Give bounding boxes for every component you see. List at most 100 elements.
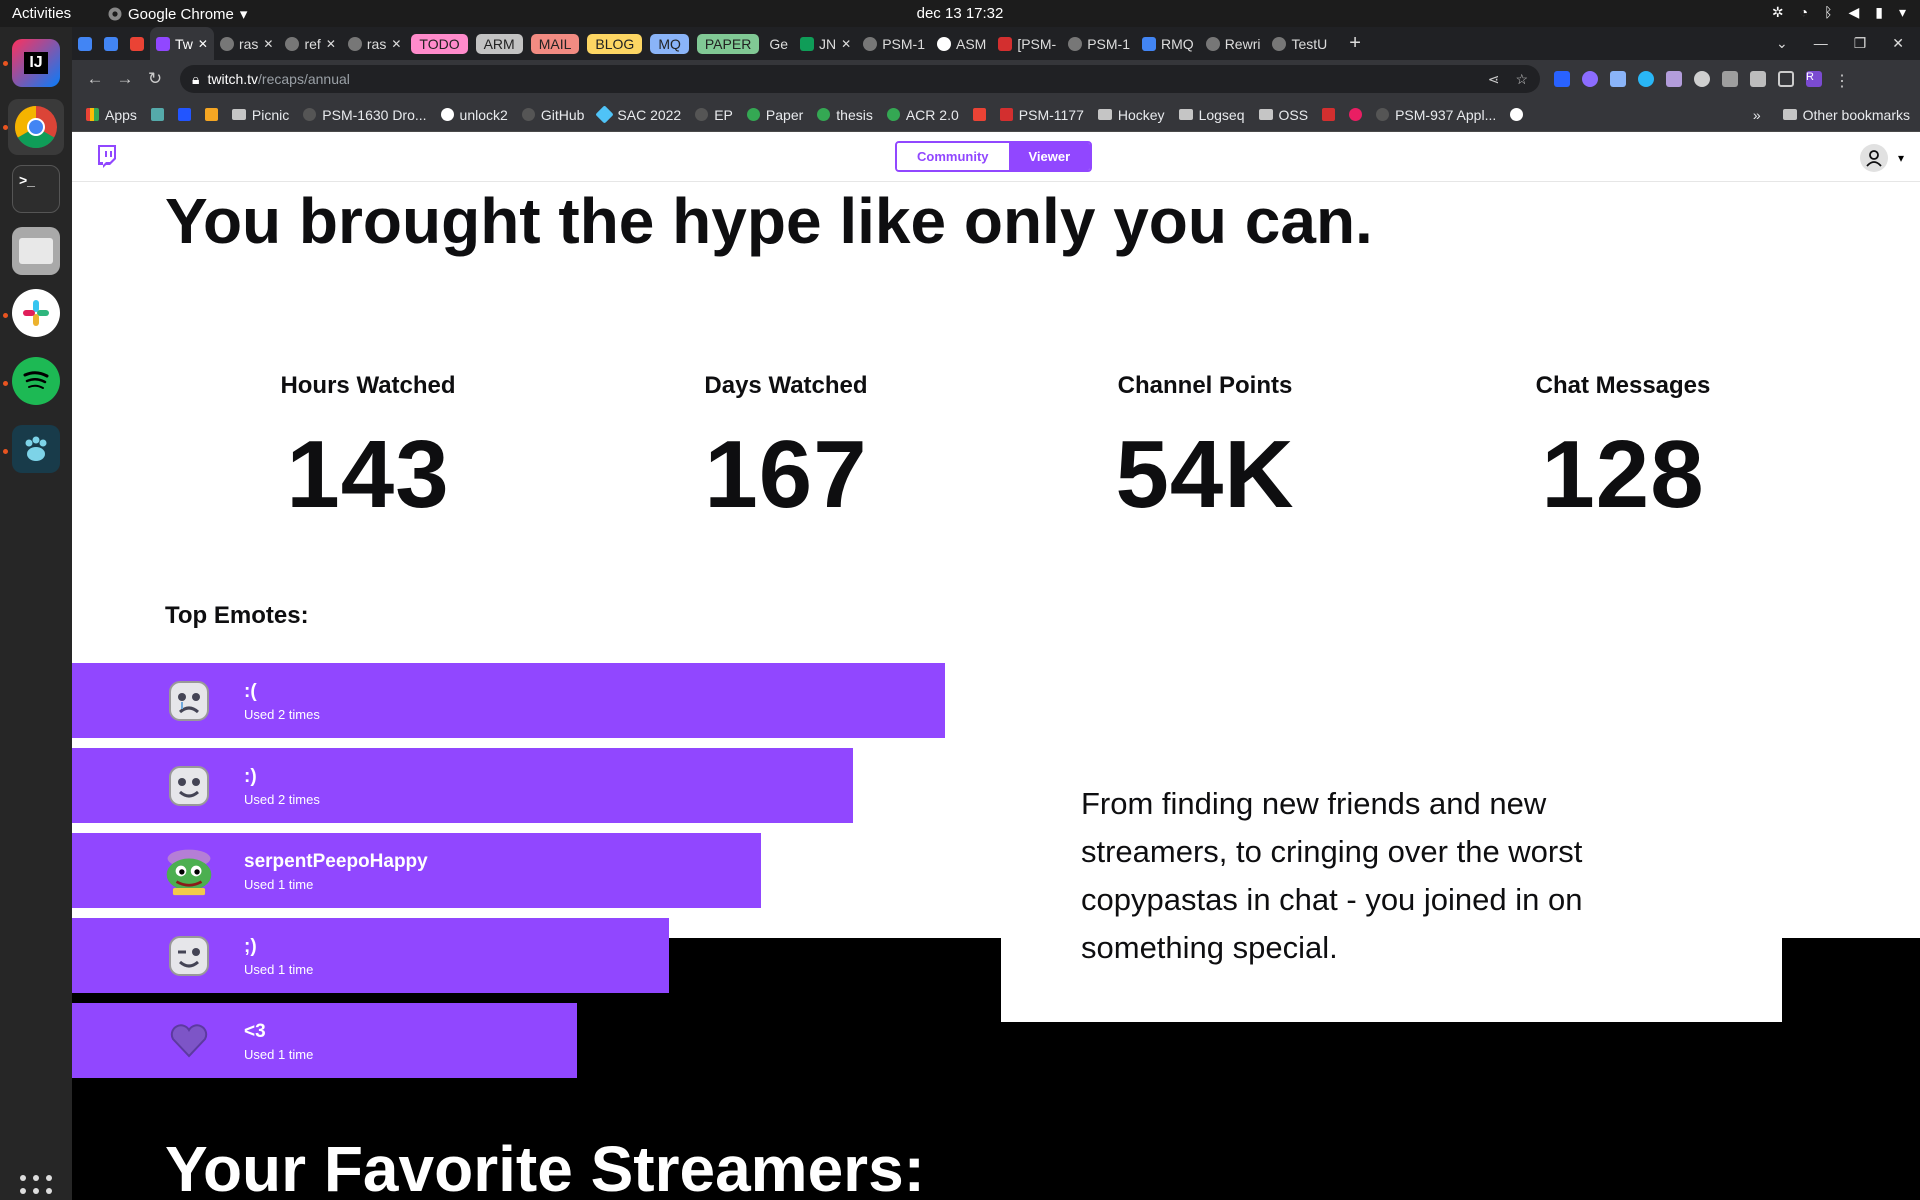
tab-jn[interactable]: JN ✕ [794, 27, 857, 60]
system-tray[interactable]: ✲ ◔ ᛒ ◀ ▮ ▾ [1772, 4, 1906, 21]
tab-search-icon[interactable]: ⌄ [1776, 35, 1788, 52]
tab-github-1[interactable]: ras ✕ [214, 27, 280, 60]
bookmark-unlock2[interactable]: unlock2 [440, 107, 508, 123]
forward-icon[interactable]: → [110, 69, 140, 89]
address-bar[interactable]: 🔒︎ twitch.tv/recaps/annual ⋖ ☆ [180, 65, 1540, 93]
tab-group-mail[interactable]: MAIL [530, 33, 580, 54]
twitch-logo-icon[interactable] [96, 144, 118, 170]
community-toggle-button[interactable]: Community [897, 143, 1009, 170]
bitwarden-extension-icon[interactable] [1554, 71, 1570, 87]
slack-tray-icon[interactable]: ✲ [1772, 4, 1784, 21]
running-indicator [3, 449, 8, 454]
tab-github-2[interactable]: ref ✕ [279, 27, 341, 60]
side-panel-icon[interactable] [1778, 71, 1794, 87]
tab-group-blog[interactable]: BLOG [587, 33, 643, 54]
bookmark-ep[interactable]: EP [695, 107, 733, 123]
bookmark-psm-1630[interactable]: PSM-1630 Dro... [303, 107, 427, 123]
tab-psm-bracket[interactable]: [PSM- [992, 27, 1062, 60]
close-tab-icon[interactable]: ✕ [841, 37, 851, 51]
terminal-icon[interactable]: >_ [12, 165, 60, 213]
bookmark-apps[interactable]: Apps [86, 107, 137, 123]
tab-group-mq[interactable]: MQ [650, 33, 689, 54]
grid-extension-icon[interactable] [1722, 71, 1738, 87]
tab-group-arm[interactable]: ARM [475, 33, 523, 54]
spotify-icon[interactable] [12, 357, 60, 405]
tab-github-3[interactable]: ras ✕ [342, 27, 408, 60]
slack-icon[interactable] [12, 289, 60, 337]
tab-asm[interactable]: ASM [931, 27, 992, 60]
close-tab-icon[interactable]: ✕ [326, 37, 336, 51]
intellij-idea-icon[interactable]: IJ [12, 39, 60, 87]
back-icon[interactable]: ← [80, 69, 110, 89]
tab-gmail[interactable] [124, 27, 150, 60]
bookmark-other[interactable]: Other bookmarks [1782, 107, 1910, 123]
tab-calendar-2[interactable] [98, 27, 124, 60]
volume-icon[interactable]: ◀ [1848, 4, 1859, 21]
bookmark-acr[interactable]: ACR 2.0 [886, 107, 959, 123]
tab-rmq[interactable]: RMQ [1136, 27, 1200, 60]
bookmark-github[interactable]: GitHub [521, 107, 584, 123]
discord-extension-icon[interactable] [1694, 71, 1710, 87]
google-chrome-icon[interactable] [8, 99, 64, 155]
notes-extension-icon[interactable] [1610, 71, 1626, 87]
user-menu[interactable]: ▾ [1859, 144, 1904, 172]
user-avatar-icon[interactable] [1859, 144, 1888, 172]
bookmark-gmail[interactable] [972, 108, 986, 121]
tab-psm-2[interactable]: PSM-1 [1062, 27, 1136, 60]
share-icon[interactable]: ⋖ [1488, 71, 1500, 88]
puzzle-extensions-icon[interactable] [1750, 71, 1766, 87]
tab-calendar-1[interactable] [72, 27, 98, 60]
bookmark-icon-pdf[interactable] [1322, 108, 1336, 121]
power-menu-icon[interactable]: ▾ [1899, 4, 1906, 21]
bookmark-hockey[interactable]: Hockey [1097, 107, 1165, 123]
tab-rewrite[interactable]: Rewri [1200, 27, 1267, 60]
close-tab-icon[interactable]: ✕ [263, 37, 273, 51]
bookmark-oss[interactable]: OSS [1258, 107, 1308, 123]
more-bookmarks-icon[interactable]: » [1753, 107, 1761, 123]
profile-avatar[interactable]: R [1806, 71, 1822, 87]
close-tab-icon[interactable]: ✕ [198, 37, 208, 51]
diamond-icon [595, 105, 615, 124]
tab-psm-1[interactable]: PSM-1 [857, 27, 931, 60]
close-tab-icon[interactable]: ✕ [391, 37, 401, 51]
bluetooth-icon[interactable]: ᛒ [1824, 4, 1832, 21]
files-icon[interactable] [12, 227, 60, 275]
bookmark-logseq[interactable]: Logseq [1178, 107, 1245, 123]
sad-robot-emote-icon [164, 677, 214, 725]
bookmark-thesis[interactable]: thesis [817, 107, 873, 123]
bookmark-icon-3[interactable] [204, 108, 218, 121]
paw-logo [25, 436, 47, 461]
tab-twitch[interactable]: Tw ✕ [150, 27, 214, 60]
bookmark-psm-1177[interactable]: PSM-1177 [999, 107, 1084, 123]
bookmark-picnic[interactable]: Picnic [231, 107, 289, 123]
tampermonkey-extension-icon[interactable] [1638, 71, 1654, 87]
reload-icon[interactable]: ↻ [140, 69, 170, 89]
tab-group-todo[interactable]: TODO [411, 33, 468, 54]
bookmark-paper[interactable]: Paper [746, 107, 803, 123]
bookmark-sac-2022[interactable]: SAC 2022 [595, 105, 681, 124]
clock[interactable]: dec 13 17:32 [0, 5, 1920, 22]
show-applications-icon[interactable] [20, 1175, 52, 1200]
wifi-icon[interactable]: ◔ [1800, 4, 1808, 21]
bookmark-star-icon[interactable]: ☆ [1515, 71, 1528, 88]
bookmark-icon-1[interactable] [150, 108, 164, 121]
bookmark-icon-2[interactable] [177, 108, 191, 121]
minimize-icon[interactable]: — [1814, 35, 1828, 52]
tab-testu[interactable]: TestU [1266, 27, 1333, 60]
tab-group-paper[interactable]: PAPER [696, 33, 760, 54]
bookmark-icon-slack[interactable] [1349, 108, 1363, 121]
chevron-down-icon[interactable]: ▾ [1898, 151, 1904, 165]
viewer-toggle-button[interactable]: Viewer [1008, 143, 1091, 170]
mastodon-icon[interactable] [12, 425, 60, 473]
close-window-icon[interactable]: ✕ [1892, 35, 1904, 52]
tab-ge[interactable]: Ge [763, 27, 794, 60]
battery-icon[interactable]: ▮ [1875, 4, 1883, 21]
more-menu-icon[interactable]: ⋮ [1834, 71, 1850, 90]
bookmark-psm-937[interactable]: PSM-937 Appl... [1376, 107, 1496, 123]
mastodon-extension-icon[interactable] [1582, 71, 1598, 87]
bookmark-label: thesis [836, 106, 873, 123]
github-extension-icon[interactable] [1666, 71, 1682, 87]
bookmark-icon-openai[interactable] [1510, 108, 1524, 121]
new-tab-icon[interactable]: + [1349, 32, 1361, 55]
maximize-icon[interactable]: ❐ [1854, 35, 1867, 52]
